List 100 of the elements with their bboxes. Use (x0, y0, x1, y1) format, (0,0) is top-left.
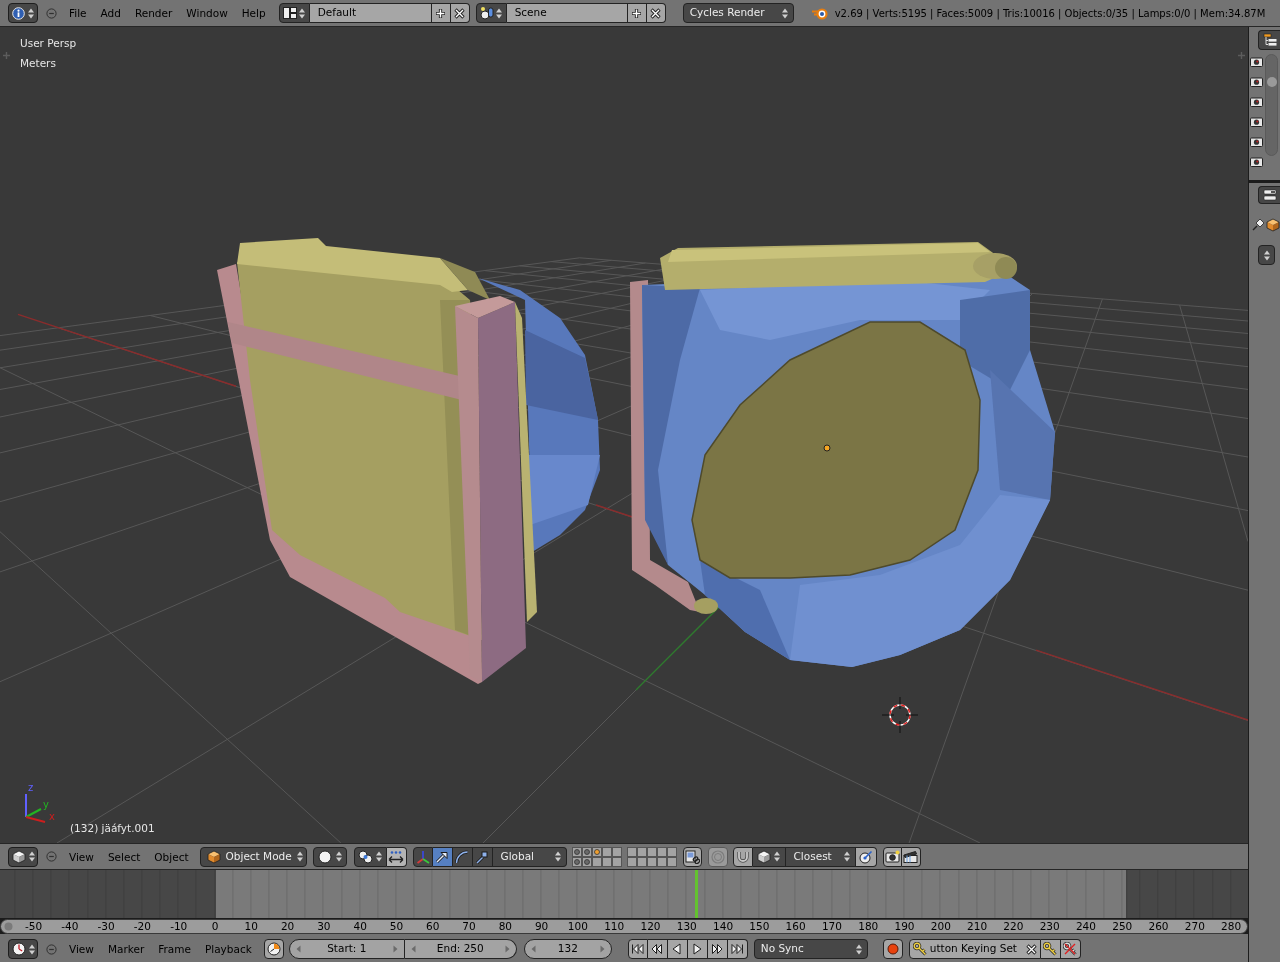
scrollbar-thumb[interactable] (1266, 77, 1277, 87)
key-icon (1043, 942, 1058, 956)
layer-button[interactable] (581, 856, 592, 867)
insert-key-button[interactable] (1040, 939, 1061, 959)
playback-button[interactable] (727, 939, 748, 959)
context-spinner-button[interactable] (1258, 245, 1275, 265)
end-frame-field[interactable]: End: 250 (404, 939, 517, 959)
manipulator-button[interactable] (452, 846, 473, 867)
menu-item[interactable]: File (62, 3, 94, 23)
layer-button[interactable] (646, 856, 657, 867)
layer-button[interactable] (611, 856, 622, 867)
layout-menu-button[interactable] (278, 3, 310, 23)
menu-item[interactable]: Render (127, 3, 180, 23)
render-toggle-button[interactable] (1250, 76, 1263, 87)
pivot-dropdown[interactable] (353, 846, 387, 867)
layer-button[interactable] (646, 846, 657, 857)
playback-button[interactable] (687, 939, 708, 959)
editor-type-button[interactable] (8, 846, 38, 867)
snap-element-dropdown[interactable] (752, 846, 786, 867)
playback-button[interactable] (667, 939, 688, 959)
frame-number: 280 (1221, 920, 1242, 933)
frame-number: 240 (1075, 920, 1096, 933)
menu-item[interactable]: Help (234, 3, 273, 23)
right-caret-icon (599, 945, 605, 953)
editor-type-button[interactable] (8, 939, 38, 959)
layer-button[interactable] (581, 846, 592, 857)
cube-icon (11, 849, 26, 864)
layer-button[interactable] (636, 846, 647, 857)
frame-number: 220 (1003, 920, 1024, 933)
layer-button[interactable] (601, 846, 612, 857)
layer-button[interactable] (656, 856, 667, 867)
render-toggle-button[interactable] (1250, 116, 1263, 127)
sync-dropdown[interactable]: No Sync (753, 939, 868, 959)
layer-button[interactable] (666, 846, 677, 857)
render-toggle-button[interactable] (1250, 136, 1263, 147)
render-animation-button[interactable] (901, 846, 921, 867)
auto-key-button[interactable] (882, 939, 903, 959)
manipulator-button[interactable] (472, 846, 493, 867)
cube-icon (1266, 218, 1280, 232)
editor-type-button[interactable] (8, 3, 38, 23)
mode-dropdown[interactable]: Object Mode (199, 846, 307, 867)
scene-name-field[interactable]: Scene (506, 3, 628, 23)
layer-button[interactable] (626, 856, 637, 867)
playback-button[interactable] (627, 939, 648, 959)
current-frame-field[interactable]: 132 (523, 939, 612, 959)
layer-button[interactable] (636, 856, 647, 867)
render-image-button[interactable] (882, 846, 902, 867)
cursor-icon (881, 696, 919, 734)
delete-key-button[interactable] (1060, 939, 1081, 959)
playback-button[interactable] (707, 939, 728, 959)
manipulator-button[interactable] (432, 846, 453, 867)
layer-button[interactable] (626, 846, 637, 857)
playback-button[interactable] (647, 939, 668, 959)
pin-icon[interactable] (1251, 218, 1265, 232)
scene-statistics: v2.69 | Verts:5195 | Faces:5009 | Tris:10016 | Objects:0/35 | Lamps:0/0 | Mem:34.87M (834, 6, 1266, 20)
properties-type-button[interactable] (1258, 186, 1280, 204)
render-toggle-button[interactable] (1250, 156, 1263, 167)
layer-button[interactable] (601, 856, 612, 867)
layer-button[interactable] (571, 846, 582, 857)
layer-button[interactable] (611, 846, 622, 857)
scene-menu-button[interactable] (475, 3, 507, 23)
center-points-button[interactable] (386, 846, 407, 867)
outliner-type-button[interactable] (1258, 30, 1280, 50)
key-icon (912, 942, 927, 956)
layer-button[interactable] (591, 846, 602, 857)
properties-icon (1262, 189, 1277, 201)
start-frame-field[interactable]: Start: 1 (288, 939, 405, 959)
dot-icon (593, 848, 600, 855)
render-engine-dropdown[interactable]: Cycles Render (682, 3, 794, 23)
minus-circle-icon (45, 7, 57, 19)
axes-icon (415, 849, 430, 864)
menu-item[interactable]: View (62, 846, 101, 867)
orientation-dropdown[interactable]: Global (492, 846, 567, 867)
clapperboard-icon (903, 850, 919, 863)
layer-button[interactable] (571, 856, 582, 867)
layer-button[interactable] (656, 846, 667, 857)
close-icon (454, 7, 466, 19)
lock-layers-button[interactable] (682, 846, 702, 867)
frame-ruler[interactable]: -50 -40 -30 -20 -10 0 10 20 30 40 50 60 70 80 90 100 110 120 130 140 150 160 170 180 190 200 210 220 230 240 250 260 270 280 (0, 919, 1248, 934)
layer-button[interactable] (591, 856, 602, 867)
menu-item[interactable]: View (62, 939, 101, 959)
menu-item[interactable]: Add (93, 3, 128, 23)
align-rotation-button[interactable] (855, 846, 877, 867)
frame-number: 120 (640, 920, 661, 933)
layer-button[interactable] (666, 856, 677, 867)
shading-dropdown[interactable] (312, 846, 347, 867)
render-toggle-button[interactable] (1250, 56, 1263, 67)
snap-target-dropdown[interactable]: Closest (785, 846, 856, 867)
render-toggle-button[interactable] (1250, 96, 1263, 107)
menu-item[interactable]: Playback (197, 939, 259, 959)
frame-number: -50 (24, 920, 43, 933)
menu-item[interactable]: Marker (100, 939, 152, 959)
menu-item[interactable]: Select (100, 846, 148, 867)
menu-item[interactable]: Frame (151, 939, 198, 959)
preview-range-button[interactable] (263, 939, 284, 959)
menu-item[interactable]: Window (179, 3, 235, 23)
keying-set-field[interactable]: utton Keying Set (908, 939, 1041, 959)
layout-name-field[interactable]: Default (309, 3, 432, 23)
menu-item[interactable]: Object (147, 846, 196, 867)
snap-button[interactable] (732, 846, 753, 867)
